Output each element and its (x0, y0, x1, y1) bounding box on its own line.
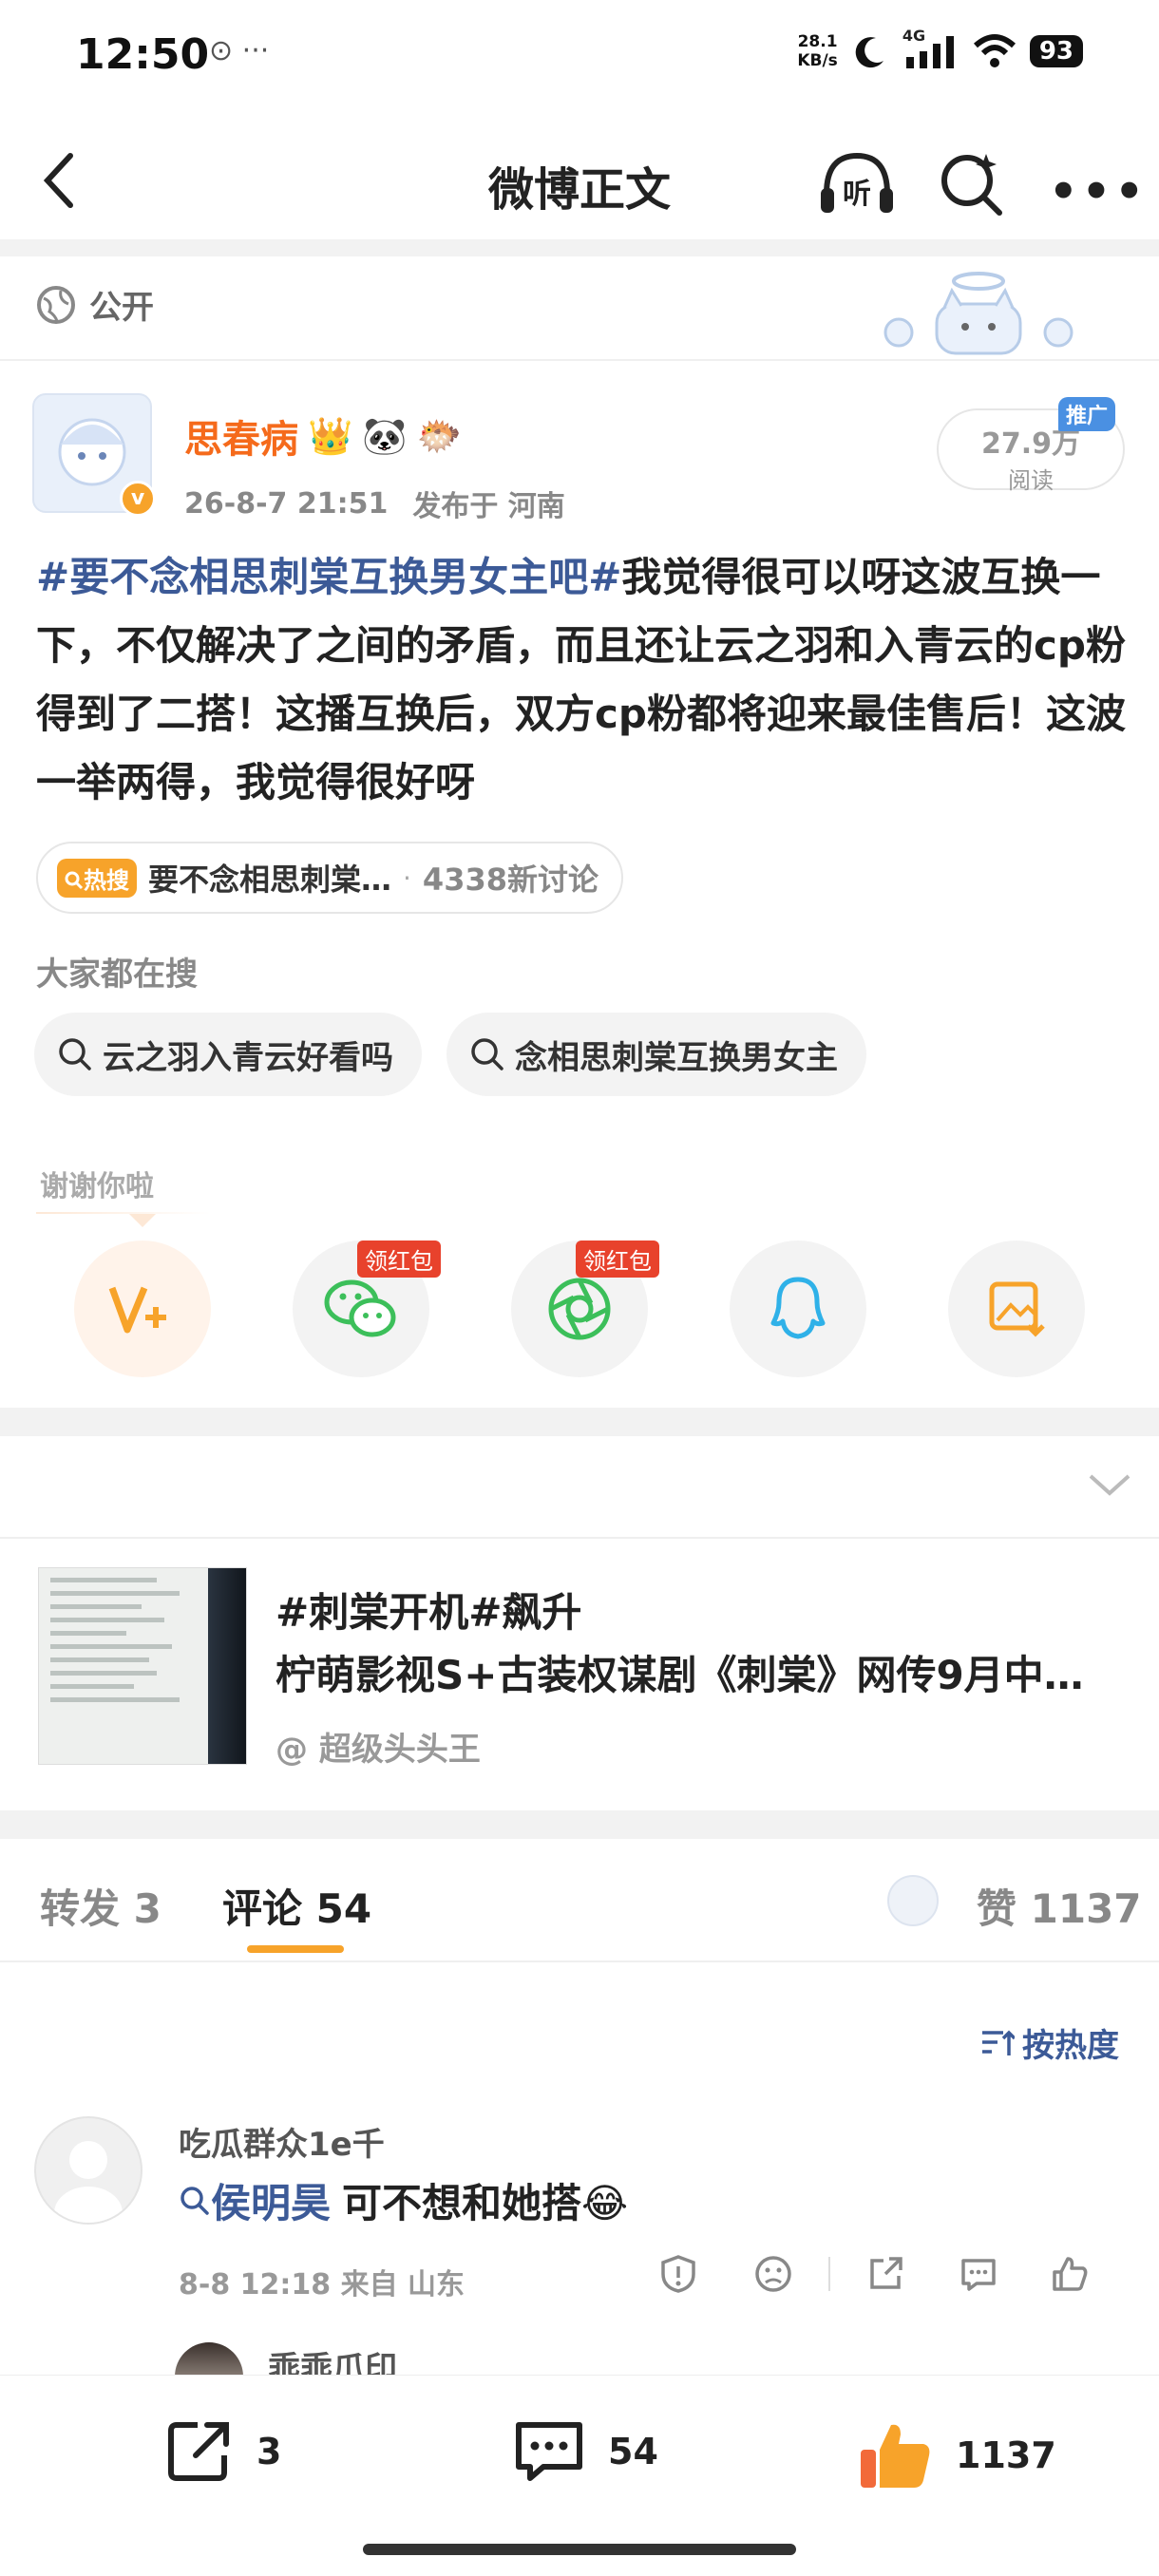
wechat-icon (324, 1279, 396, 1337)
thanks-label: 谢谢你啦 (40, 1170, 154, 1203)
search-chip[interactable]: 云之羽入青云好看吗 (34, 1013, 422, 1096)
comment-icon (516, 2422, 582, 2481)
comment-author[interactable]: 乖乖爪印 (268, 2342, 397, 2375)
author-name[interactable]: 思春病 (184, 408, 298, 464)
globe-icon (37, 285, 75, 324)
avatar[interactable] (34, 2116, 142, 2225)
fish-badge-icon: 🐡 (416, 414, 462, 457)
comment-actions (657, 2253, 1091, 2295)
save-image-button[interactable] (948, 1241, 1085, 1377)
search-icon (65, 871, 84, 889)
redpack-tag: 领红包 (357, 1241, 441, 1278)
pointer-triangle (129, 1214, 156, 1227)
linked-card-title[interactable]: #刺棠开机#飙升 (276, 1582, 581, 1643)
divider (0, 239, 1159, 256)
qq-icon (770, 1277, 826, 1339)
comment-author[interactable]: 吃瓜群众1e千 (179, 2118, 385, 2165)
search-section-label: 大家都在搜 (36, 956, 198, 994)
network-speed: 28.1 KB/s (797, 32, 838, 70)
search-icon (180, 2186, 209, 2215)
divider (0, 1960, 1159, 1962)
panda-badge-icon: 🐼 (362, 414, 408, 457)
promo-badge: 推广 (1058, 397, 1116, 431)
hot-topic-pill[interactable]: 热搜 要不念相思刺棠… · 4338新讨论 (36, 842, 623, 914)
active-tab-indicator (247, 1945, 344, 1953)
redpack-tag: 领红包 (576, 1241, 659, 1278)
read-label: 阅读 (1008, 467, 1054, 494)
chevron-down-icon[interactable] (1087, 1470, 1132, 1499)
liker-avatar (887, 1875, 939, 1926)
dislike-icon[interactable] (752, 2253, 794, 2295)
nav-bar: 微博正文 听 ••• (0, 123, 1159, 237)
divider (36, 1212, 211, 1214)
qq-share-button[interactable] (730, 1241, 866, 1377)
post-hashtag[interactable]: #要不念相思刺棠互换男女主吧# (36, 554, 621, 600)
visibility-label: 公开 (89, 289, 154, 327)
wifi-icon (973, 34, 1016, 67)
cat-decoration (884, 272, 1074, 355)
hot-search-badge: 热搜 (57, 858, 137, 898)
moments-icon (548, 1278, 611, 1340)
like-filled-icon (861, 2424, 930, 2488)
comment-text: 侯明昊 可不想和她搭😂 (179, 2171, 628, 2229)
separator-dot: · (403, 862, 411, 894)
comment-mention[interactable]: 侯明昊 (179, 2171, 331, 2229)
signal-icon: 4G (902, 27, 960, 70)
moon-icon (855, 37, 884, 68)
post-body: #要不念相思刺棠互换男女主吧#我觉得很可以呀这波互换一下，不仅解决了之间的矛盾，… (36, 543, 1129, 817)
repost-button[interactable]: 3 (163, 2417, 281, 2486)
sort-button[interactable]: 按热度 (980, 2019, 1119, 2066)
search-icon (59, 1038, 91, 1070)
listen-icon[interactable]: 听 (817, 146, 897, 222)
post-meta: 26-8-7 21:51 发布于 河南 (184, 483, 565, 524)
tab-repost[interactable]: 转发 3 (40, 1877, 162, 1935)
status-extra-icons: ⊙ ··· (209, 34, 270, 67)
status-time: 12:50 (76, 30, 210, 79)
status-bar: 12:50 ⊙ ··· 28.1 KB/s 4G 93 (0, 0, 1159, 114)
post-time: 26-8-7 21:51 (184, 486, 389, 521)
report-icon[interactable] (657, 2253, 699, 2295)
search-icon[interactable] (935, 148, 1007, 220)
more-icon[interactable]: ••• (1049, 165, 1148, 218)
post-location: 发布于 河南 (412, 490, 565, 523)
battery-indicator: 93 (1029, 35, 1083, 67)
vplus-icon (108, 1286, 166, 1334)
search-icon (471, 1038, 504, 1070)
divider (0, 1537, 1159, 1539)
crown-badge-icon: 👑 (308, 414, 353, 457)
hot-topic-text: 要不念相思刺棠… (148, 862, 392, 898)
linked-card-thumbnail[interactable] (38, 1567, 247, 1765)
share-icon (168, 2422, 229, 2481)
search-chip[interactable]: 念相思刺棠互换男女主 (446, 1013, 866, 1096)
avatar[interactable]: v (32, 393, 156, 517)
linked-card-subtitle[interactable]: 柠萌影视S+古装权谋剧《刺棠》网传9月中… (276, 1645, 1159, 1706)
comment-icon[interactable] (958, 2253, 999, 2295)
divider (0, 1408, 1159, 1436)
sort-icon (982, 2030, 1015, 2055)
home-indicator (363, 2544, 796, 2555)
vplus-button[interactable] (74, 1241, 211, 1377)
like-button[interactable]: 1137 (855, 2417, 1056, 2493)
visibility-row: 公开 (36, 281, 154, 328)
divider (828, 2257, 830, 2291)
author-name-row: 思春病 👑 🐼 🐡 (184, 408, 462, 464)
divider (0, 359, 1159, 361)
tab-comment[interactable]: 评论 54 (222, 1877, 371, 1935)
like-icon[interactable] (1049, 2253, 1091, 2295)
share-icon[interactable] (864, 2253, 906, 2295)
divider (0, 1810, 1159, 1839)
save-image-icon (989, 1281, 1045, 1337)
hot-topic-count: 4338新讨论 (422, 862, 598, 898)
comment-meta: 8-8 12:18 来自 山东 (179, 2268, 466, 2301)
verified-badge: v (120, 481, 156, 517)
svg-text:听: 听 (843, 178, 871, 211)
linked-card-source: @ 超级头头王 (276, 1731, 481, 1769)
search-chips: 云之羽入青云好看吗 念相思刺棠互换男女主 (34, 1013, 866, 1096)
comment-button[interactable]: 54 (511, 2417, 658, 2486)
tab-likes[interactable]: 赞 1137 (977, 1877, 1142, 1935)
